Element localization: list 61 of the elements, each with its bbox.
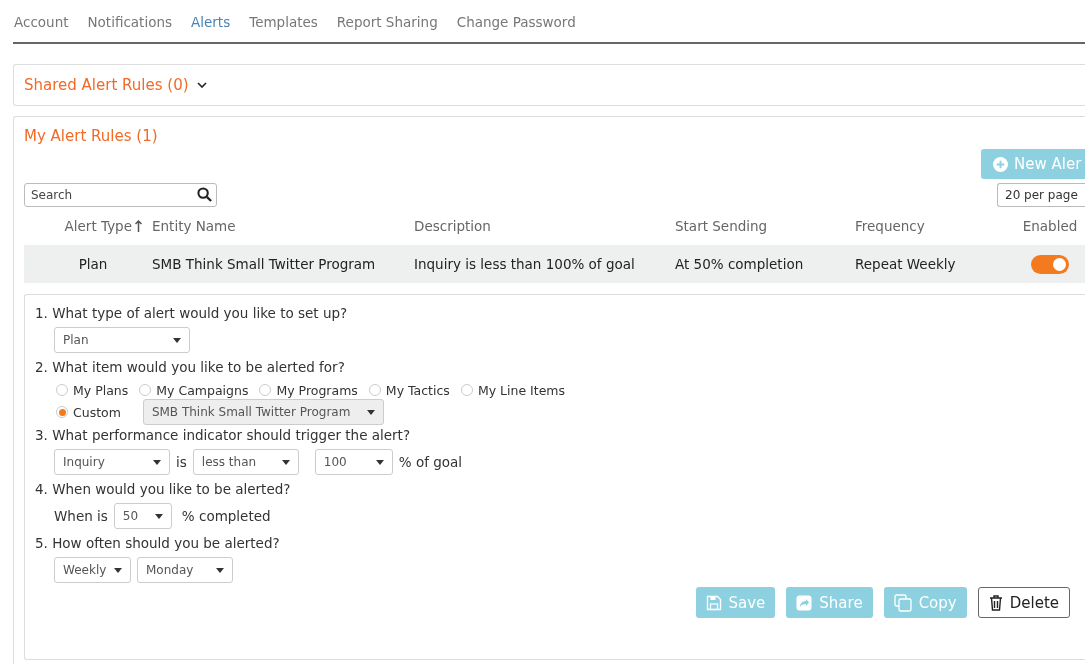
caret-icon (173, 337, 181, 343)
copy-icon (893, 593, 912, 612)
caret-icon (154, 513, 163, 519)
caret-icon (216, 567, 224, 573)
radio-label[interactable]: My Tactics (385, 382, 450, 398)
caret-icon (114, 567, 122, 573)
column-header[interactable]: Frequency (855, 218, 1010, 234)
table-cell-text: At 50% completion (675, 256, 805, 272)
radio-label[interactable]: My Line Items (477, 382, 566, 398)
column-header[interactable]: Entity Name (152, 218, 414, 234)
tab[interactable]: Report Sharing (336, 14, 438, 30)
page-size-select[interactable]: 20 per page (997, 183, 1085, 207)
tab[interactable]: Change Password (456, 14, 576, 30)
value-select[interactable]: 100 (314, 449, 393, 475)
label-text: % completed (181, 508, 271, 524)
frequency-select[interactable]: Weekly (54, 557, 131, 583)
table-row[interactable]: Plan SMB Think Small Twitter Program Inquiry is less than 100% of goal At 50% completion Repeat Weekly (24, 245, 1085, 283)
question-text: 2. What item would you like to be alerted for? (35, 358, 346, 377)
sort-arrow-icon (135, 220, 142, 232)
tab[interactable]: Alerts (191, 14, 231, 30)
caret-icon (375, 459, 384, 465)
caret-icon (153, 459, 161, 465)
radio-label[interactable]: My Plans (73, 382, 129, 398)
plus-icon (993, 156, 1008, 172)
search-field[interactable]: Search (24, 183, 217, 207)
radio-label[interactable]: My Campaigns (156, 382, 249, 398)
tab[interactable]: Notifications (87, 14, 172, 30)
section-title: My Alert Rules (1) (24, 127, 158, 145)
question-text: 4. When would you like to be alerted? (35, 480, 292, 499)
day-select[interactable]: Monday (137, 557, 233, 583)
tab[interactable]: Templates (249, 14, 318, 30)
share-icon (796, 594, 813, 611)
alert-type-select[interactable]: Plan (54, 327, 190, 353)
metric-select[interactable]: Inquiry (54, 449, 170, 475)
table-cell-text: SMB Think Small Twitter Program (152, 256, 377, 272)
label-text: When is (54, 508, 108, 524)
label-text: is (176, 454, 187, 470)
table-cell-text: Plan (77, 256, 109, 272)
column-header[interactable]: Enabled (1022, 218, 1078, 234)
item-select[interactable]: SMB Think Small Twitter Program (142, 399, 384, 425)
radio-label[interactable]: My Programs (276, 382, 358, 398)
tab[interactable]: Account (14, 14, 69, 30)
column-header[interactable]: Start Sending (675, 218, 855, 234)
label-text: % of goal (398, 454, 463, 470)
toggle-switch[interactable] (1031, 254, 1069, 274)
search-icon (197, 187, 212, 202)
operator-select[interactable]: less than (192, 449, 299, 475)
column-header[interactable]: Alert Type (24, 218, 152, 234)
radio-label[interactable]: Custom (73, 404, 121, 420)
question-text: 1. What type of alert would you like to set up? (35, 304, 349, 323)
column-header[interactable]: Description (414, 218, 675, 234)
question-text: 5. How often should you be alerted? (35, 534, 281, 553)
caret-icon (366, 409, 375, 415)
chevron-icon[interactable] (196, 82, 207, 88)
caret-icon (281, 459, 290, 465)
delete-button[interactable]: Delete (977, 587, 1070, 618)
trash-icon (988, 594, 1003, 611)
table-cell-text: Repeat Weekly (855, 256, 957, 272)
percent-select[interactable]: 50 (113, 503, 172, 529)
question-text: 3. What performance indicator should trigger the alert? (35, 426, 412, 445)
table-cell-text: Inquiry is less than 100% of goal (414, 256, 636, 272)
